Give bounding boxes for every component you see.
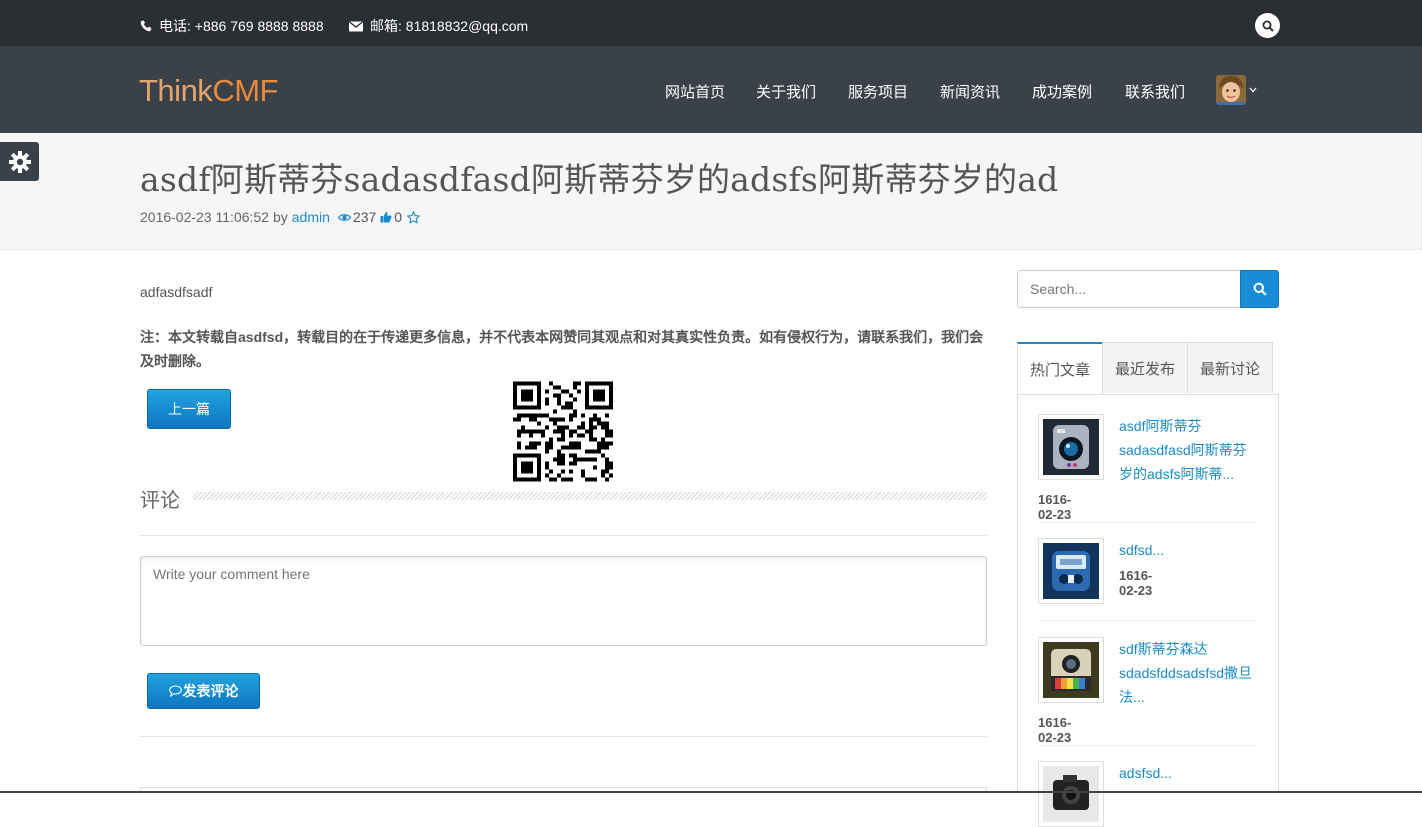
envelope-icon (349, 20, 363, 31)
nav-item-about[interactable]: 关于我们 (756, 81, 816, 102)
tab-recent-posts[interactable]: 最近发布 (1102, 342, 1188, 393)
post-thumbnail[interactable] (1038, 761, 1104, 827)
eye-icon (337, 213, 351, 221)
chevron-down-icon[interactable] (1249, 84, 1257, 96)
post-date: 1616-02-23 (1119, 568, 1153, 598)
comment-input[interactable] (140, 556, 987, 646)
email-contact: 邮箱: 81818832@qq.com (349, 16, 528, 36)
phone-text: 电话: +886 769 8888 8888 (159, 18, 324, 34)
by-label: by (272, 209, 288, 225)
post-date: 1616-02-23 (1038, 492, 1072, 522)
thumbs-up-icon (380, 211, 392, 223)
user-avatar[interactable] (1216, 75, 1246, 105)
tab-hot-articles[interactable]: 热门文章 (1017, 342, 1103, 394)
copyright-notice: 注：本文转载自asdfsd，转载目的在于传递更多信息，并不代表本网赞同其观点和对… (140, 329, 984, 369)
divider (140, 535, 987, 536)
search-icon (1262, 20, 1274, 32)
comments-heading: 评论 (140, 488, 180, 512)
settings-toggle[interactable] (0, 142, 39, 181)
search-icon (1253, 282, 1267, 296)
article-header: asdf阿斯蒂芬sadasdfasd阿斯蒂芬岁的adsfs阿斯蒂芬岁的ad 20… (0, 133, 1422, 250)
article-title: asdf阿斯蒂芬sadasdfasd阿斯蒂芬岁的adsfs阿斯蒂芬岁的ad (140, 160, 1059, 199)
author-link[interactable]: admin (292, 209, 330, 225)
nav-item-home[interactable]: 网站首页 (665, 81, 725, 102)
gear-icon (8, 150, 31, 173)
phone-icon (140, 20, 152, 32)
main-navbar: ThinkCMF 网站首页 关于我们 服务项目 新闻资讯 成功案例 联系我们 (0, 46, 1422, 134)
post-title-link[interactable]: sdf斯蒂芬森达sdadsfddsadsfsd撒旦法... (1119, 637, 1259, 709)
logo-think: Think (139, 73, 213, 108)
tab-latest-discussions[interactable]: 最新讨论 (1187, 342, 1273, 393)
phone-contact: 电话: +886 769 8888 8888 (140, 16, 324, 36)
article-meta: 2016-02-23 11:06:52 by admin 237 0 (140, 209, 420, 225)
comment-icon (168, 685, 182, 697)
views-value: 237 (352, 209, 377, 225)
prev-article-button[interactable]: 上一篇 (147, 389, 231, 429)
nav-item-services[interactable]: 服务项目 (848, 81, 908, 102)
divider (140, 736, 987, 737)
article-excerpt: adfasdfsadf (140, 284, 213, 300)
post-date: 1616-02-23 (1038, 715, 1072, 745)
search-input[interactable] (1017, 270, 1241, 308)
sidebar-search (1017, 270, 1279, 308)
submit-comment-button[interactable]: 发表评论 (147, 673, 260, 709)
top-bar: 电话: +886 769 8888 8888 邮箱: 81818832@qq.c… (0, 0, 1422, 46)
article-datetime: 2016-02-23 11:06:52 (140, 209, 269, 225)
post-thumbnail[interactable] (1038, 538, 1104, 604)
post-thumbnail[interactable] (1038, 637, 1104, 703)
search-button[interactable] (1240, 270, 1279, 308)
site-logo[interactable]: ThinkCMF (139, 73, 278, 109)
post-title-link[interactable]: asdf阿斯蒂芬sadasdfasd阿斯蒂芬岁的adsfs阿斯蒂... (1119, 414, 1259, 486)
divider (1038, 522, 1258, 523)
post-title-link[interactable]: sdfsd... (1119, 538, 1259, 562)
nav-item-news[interactable]: 新闻资讯 (940, 81, 1000, 102)
post-thumbnail[interactable] (1038, 414, 1104, 480)
likes-value: 0 (394, 209, 403, 225)
email-text: 邮箱: 81818832@qq.com (370, 18, 529, 34)
logo-cmf: CMF (212, 73, 278, 108)
post-title-link[interactable]: adsfsd... (1119, 761, 1259, 785)
heading-divider (193, 492, 987, 500)
divider (1038, 745, 1258, 746)
divider (1038, 620, 1258, 621)
like-button[interactable]: 0 (380, 209, 402, 225)
submit-comment-label: 发表评论 (182, 683, 239, 699)
top-search-button[interactable] (1255, 13, 1280, 38)
favorite-button[interactable] (407, 210, 420, 224)
nav-item-cases[interactable]: 成功案例 (1032, 81, 1092, 102)
sidebar-tabs: 热门文章 最近发布 最新讨论 (1017, 342, 1279, 395)
qr-code (513, 381, 613, 482)
star-icon (407, 210, 420, 223)
views-count: 237 (337, 209, 377, 225)
nav-item-contact[interactable]: 联系我们 (1125, 81, 1185, 102)
